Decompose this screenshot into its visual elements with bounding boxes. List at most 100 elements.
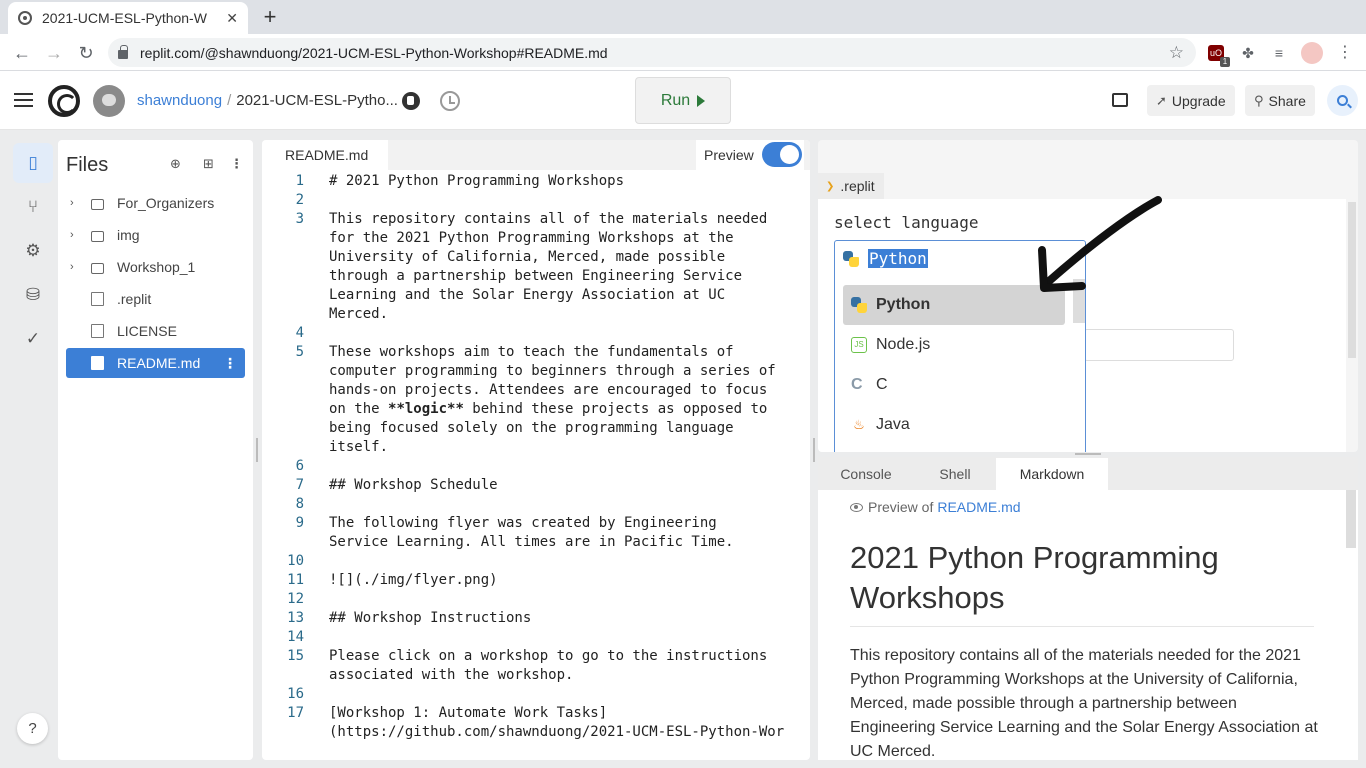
browser-tab[interactable]: 2021-UCM-ESL-Python-W ✕ (8, 2, 248, 34)
chevron-right-icon: › (70, 261, 74, 273)
preview-toggle[interactable]: Preview (696, 140, 804, 170)
annotation-arrow-icon (1038, 196, 1162, 292)
breadcrumb: shawnduong /2021-UCM-ESL-Pytho... (137, 92, 398, 109)
file-more-icon[interactable]: ⋮ (223, 355, 237, 372)
database-icon[interactable]: ⛁ (13, 275, 53, 315)
editor-tab-readme[interactable]: README.md (262, 140, 388, 170)
code-area[interactable]: 1 # 2021 Python Programming Workshops 2 3 Th… (262, 170, 810, 740)
settings-gear-icon[interactable]: ⚙ (13, 231, 53, 271)
file-icon (91, 324, 104, 338)
line-number: 4 (295, 325, 304, 341)
forward-icon[interactable]: → (41, 40, 67, 66)
browser-menu-icon[interactable]: ⋮ (1337, 42, 1353, 62)
tab-markdown[interactable]: Markdown (996, 458, 1108, 490)
code-line-text: Please click on a workshop to go to the … (329, 648, 768, 683)
panel-resize-handle[interactable] (813, 438, 815, 462)
language-option-c[interactable]: C C (843, 365, 1065, 405)
history-icon[interactable] (440, 91, 460, 111)
share-button[interactable]: ⚲ Share (1245, 85, 1315, 116)
repl-language-icon (402, 92, 420, 110)
reload-icon[interactable]: ↻ (73, 40, 99, 66)
pane-resize-handle[interactable] (1075, 453, 1101, 455)
code-line-text: ## Workshop Instructions (329, 610, 532, 626)
line-number: 13 (287, 610, 304, 626)
file-item-workshop-1[interactable]: › Workshop_1 (66, 252, 245, 282)
code-line: 15 Please click on a workshop to go to th… (262, 647, 810, 685)
search-icon (1337, 95, 1348, 106)
search-button[interactable] (1327, 85, 1358, 116)
file-item-for-organizers[interactable]: › For_Organizers (66, 188, 245, 218)
config-input[interactable] (1084, 329, 1234, 361)
line-number: 6 (295, 458, 304, 474)
panel-resize-handle[interactable] (256, 438, 258, 462)
language-option-label: Node.js (876, 336, 931, 353)
code-line: 14 (262, 628, 810, 647)
breadcrumb-separator: / (227, 92, 232, 109)
repl-name[interactable]: 2021-UCM-ESL-Pytho... (236, 92, 398, 109)
chevron-right-icon: › (70, 229, 74, 241)
browser-tabstrip: 2021-UCM-ESL-Python-W ✕ + (0, 0, 1366, 34)
user-avatar[interactable] (93, 85, 125, 117)
version-control-icon[interactable]: ⑂ (13, 187, 53, 227)
code-line: 3 This repository contains all of the mat… (262, 210, 810, 324)
replit-favicon-icon (18, 11, 32, 25)
new-tab-button[interactable]: + (258, 4, 282, 30)
file-item-img[interactable]: › img (66, 220, 245, 250)
preview-switch[interactable] (762, 142, 802, 167)
add-user-icon: ⚲ (1254, 92, 1264, 108)
bookmark-star-icon[interactable]: ☆ (1169, 43, 1184, 63)
file-label: README.md (117, 355, 201, 371)
checkmark-icon[interactable]: ✓ (13, 319, 53, 359)
file-label: .replit (117, 291, 152, 307)
code-line-text: These workshops aim to teach the fundame… (329, 344, 776, 455)
replit-logo-icon[interactable] (48, 85, 80, 117)
reading-list-icon[interactable]: ≡ (1269, 43, 1289, 63)
eye-icon (850, 502, 863, 512)
run-button-label: Run (660, 91, 691, 109)
file-item-replit[interactable]: .replit (66, 284, 245, 314)
preview-of-text: Preview of (868, 499, 934, 515)
ublock-extension-icon[interactable]: uO 1 (1208, 45, 1230, 67)
config-scrollbar[interactable] (1348, 202, 1356, 358)
extensions-puzzle-icon[interactable]: ✤ (1238, 43, 1258, 63)
select-language-label: select language (834, 213, 979, 232)
selected-language: Python (868, 249, 928, 268)
code-line: 17 [Workshop 1: Automate Work Tasks] (htt… (262, 704, 810, 742)
line-number: 15 (287, 648, 304, 664)
preview-of-label: Preview of README.md (850, 499, 1021, 515)
files-panel: Files ⊕ ⊞ ⋮ › For_Organizers › img › Wor… (58, 140, 253, 760)
line-number: 5 (295, 344, 304, 360)
markdown-scrollbar[interactable] (1346, 490, 1356, 548)
language-option-java[interactable]: ♨ Java (843, 405, 1065, 445)
close-tab-icon[interactable]: ✕ (226, 10, 238, 27)
code-line-text: ## Workshop Schedule (329, 477, 498, 493)
tab-console[interactable]: Console (818, 458, 914, 490)
help-button[interactable]: ? (17, 713, 48, 744)
line-number: 11 (287, 572, 304, 588)
files-icon[interactable]: ▯ (13, 143, 53, 183)
new-file-icon[interactable]: ⊕ (170, 156, 181, 172)
upgrade-label: Upgrade (1171, 92, 1226, 109)
file-item-license[interactable]: LICENSE (66, 316, 245, 346)
username-link[interactable]: shawnduong (137, 92, 222, 109)
address-bar[interactable]: replit.com/@shawnduong/2021-UCM-ESL-Pyth… (108, 38, 1196, 67)
run-button[interactable]: Run (635, 77, 731, 124)
folder-icon (91, 198, 104, 210)
replit-config-tab[interactable]: ❯ .replit (818, 173, 884, 199)
line-number: 2 (295, 192, 304, 208)
language-option-nodejs[interactable]: JS Node.js (843, 325, 1065, 365)
code-line: 2 (262, 191, 810, 210)
markdown-heading: 2021 Python Programming Workshops (850, 538, 1314, 627)
file-item-readme[interactable]: README.md ⋮ (66, 348, 245, 378)
back-icon[interactable]: ← (9, 40, 35, 66)
language-select-value[interactable]: Python (843, 249, 928, 268)
profile-avatar[interactable] (1301, 42, 1323, 64)
upgrade-button[interactable]: ➚ Upgrade (1147, 85, 1235, 116)
preview-file-link[interactable]: README.md (937, 499, 1020, 515)
chat-icon[interactable] (1112, 93, 1128, 107)
tab-shell[interactable]: Shell (914, 458, 996, 490)
java-icon: ♨ (853, 417, 865, 432)
hamburger-menu-icon[interactable] (14, 93, 33, 107)
new-folder-icon[interactable]: ⊞ (203, 156, 214, 172)
files-more-icon[interactable]: ⋮ (230, 156, 243, 172)
